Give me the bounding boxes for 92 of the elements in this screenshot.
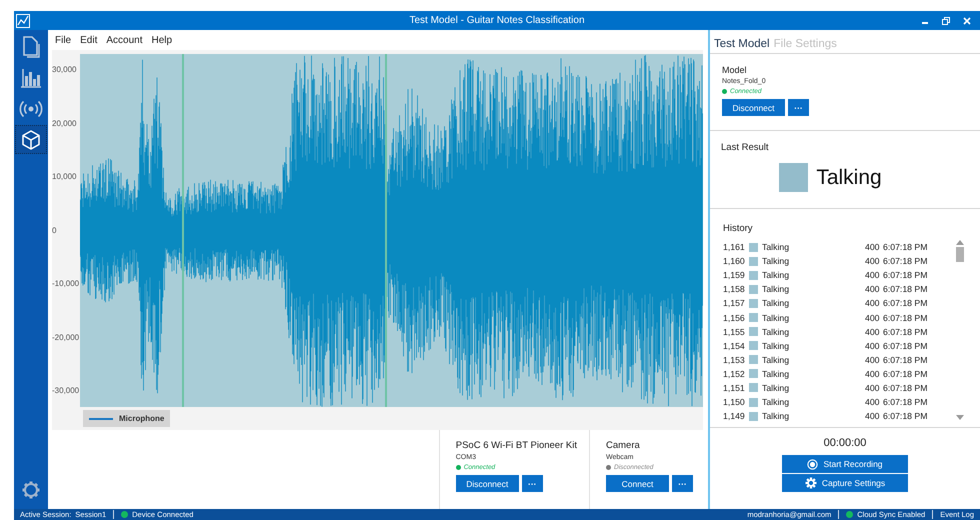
history-time: 6:07:18 PM [883,397,928,408]
history-label: Talking [762,354,790,365]
scroll-down-icon [956,415,964,420]
history-time: 6:07:18 PM [883,340,928,351]
record-icon [807,458,818,470]
menu-item[interactable]: Help [152,34,172,46]
device-name: PSoC 6 Wi-Fi BT Pioneer Kit [456,440,577,451]
history-label: Talking [762,368,790,379]
more-button[interactable]: ··· [672,475,693,492]
connection-button[interactable]: Connect [606,475,669,492]
capture-settings-button[interactable]: Capture Settings [782,474,908,492]
history-index: 1,161 [723,242,746,252]
history-count: 400 [865,256,879,266]
line-chart-icon [16,14,30,28]
more-button[interactable]: ··· [522,475,543,492]
axis-label: -20,000 [52,332,80,344]
section-heading: Model [722,65,748,75]
more-button[interactable]: ··· [788,99,809,116]
history-index: 1,150 [723,397,746,408]
history-time: 6:07:18 PM [883,298,928,308]
history-time: 6:07:18 PM [883,242,928,252]
history-count: 400 [865,298,879,308]
history-label: Talking [762,298,790,308]
history-time: 6:07:18 PM [883,284,928,294]
history-label: Talking [762,284,790,294]
history-label: Talking [762,382,790,393]
history-index: 1,149 [723,411,746,422]
history-time: 6:07:18 PM [883,326,928,337]
legend-line-icon [89,416,113,420]
menu-item[interactable]: Account [106,34,142,46]
history-count: 400 [865,397,879,408]
axis-label: 10,000 [52,171,78,183]
history-count: 400 [865,242,879,252]
history-count: 400 [865,354,879,365]
history-label: Talking [762,256,790,266]
history-time: 6:07:18 PM [883,270,928,280]
menu-item[interactable]: File [55,34,72,46]
menu-item[interactable]: Edit [80,34,98,46]
axis-label: -30,000 [52,385,80,397]
tab[interactable]: Test Model [714,38,770,53]
history-index: 1,154 [723,340,746,351]
history-count: 400 [865,270,879,280]
axis-label: 30,000 [52,64,78,76]
result-label: Talking [816,166,882,190]
sidebar-item[interactable] [15,125,47,154]
history-index: 1,153 [723,354,746,365]
history-index: 1,155 [723,326,746,337]
history-index: 1,151 [723,382,746,393]
settings-icon[interactable] [20,479,42,501]
scroll-up-icon [956,240,964,245]
history-time: 6:07:18 PM [883,256,928,266]
history-label: Talking [762,312,790,323]
history-count: 400 [865,382,879,393]
history-time: 6:07:18 PM [883,354,928,365]
settings-icon [804,477,817,489]
history-label: Talking [762,397,790,408]
history-index: 1,159 [723,270,746,280]
history-count: 400 [865,312,879,323]
history-label: Talking [762,411,790,422]
axis-label: 0 [52,224,58,236]
section-heading: History [723,223,754,234]
history-label: Talking [762,326,790,337]
history-time: 6:07:18 PM [883,382,928,393]
history-time: 6:07:18 PM [883,368,928,379]
history-count: 400 [865,340,879,351]
axis-label: -10,000 [52,278,80,290]
history-count: 400 [865,284,879,294]
axis-label: 20,000 [52,118,78,130]
history-label: Talking [762,340,790,351]
history-label: Talking [762,270,790,280]
device-name: Camera [606,440,641,451]
connection-button[interactable]: Disconnect [456,475,519,492]
history-label: Talking [762,242,790,252]
connection-button[interactable]: Disconnect [722,99,785,116]
history-index: 1,160 [723,256,746,266]
history-count: 400 [865,326,879,337]
history-count: 400 [865,368,879,379]
scrollbar-thumb [956,247,964,262]
window-title: Test Model - Guitar Notes Classification [409,15,585,26]
history-time: 6:07:18 PM [883,411,928,422]
close-icon[interactable] [963,16,971,24]
history-count: 400 [865,411,879,422]
restore-icon[interactable] [942,16,950,24]
history-index: 1,152 [723,368,746,379]
recording-timer: 00:00:00 [824,437,866,449]
history-index: 1,157 [723,298,746,308]
start-recording-button[interactable]: Start Recording [782,455,908,473]
section-heading: Last Result [721,142,770,153]
history-time: 6:07:18 PM [883,312,928,323]
history-index: 1,158 [723,284,746,294]
legend-label: Microphone [119,414,164,423]
history-index: 1,156 [723,312,746,323]
